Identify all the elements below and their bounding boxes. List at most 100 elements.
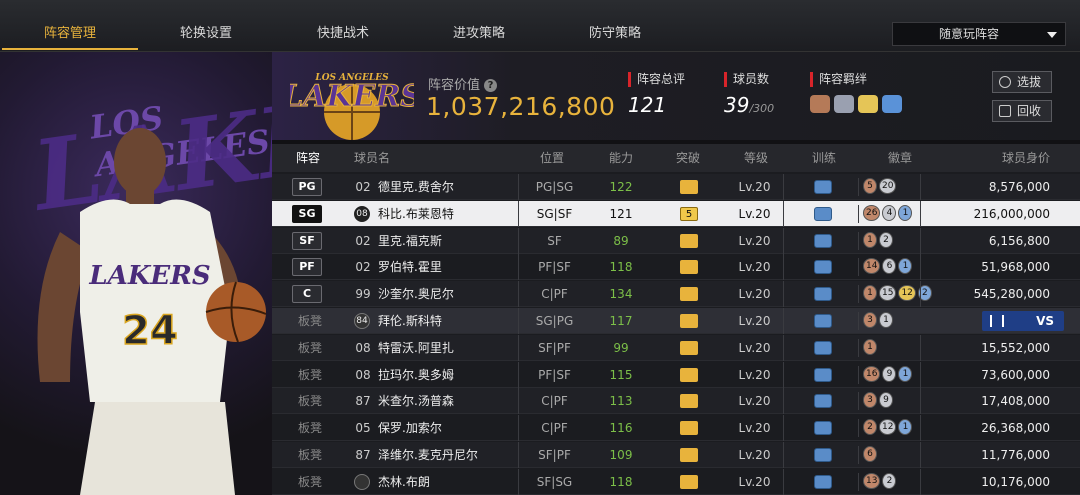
- player-position: PG|SG: [518, 174, 590, 200]
- player-price: 17,408,000: [920, 388, 1050, 415]
- document-icon: [999, 105, 1011, 117]
- bond-blue-icon[interactable]: [882, 95, 902, 113]
- training-icon[interactable]: [814, 367, 832, 382]
- training-icon[interactable]: [814, 233, 832, 248]
- lineup-rating: 121: [628, 93, 667, 117]
- lineup-value-label: 阵容价值?: [428, 74, 498, 93]
- player-price: 216,000,000: [920, 200, 1050, 227]
- player-name[interactable]: 米查尔.汤普森: [378, 388, 454, 414]
- badge-icon: 13: [863, 472, 881, 489]
- player-level: Lv.20: [726, 281, 784, 308]
- badge-icon: 3: [863, 312, 877, 328]
- training-icon[interactable]: [814, 474, 832, 489]
- crown-icon: [680, 394, 698, 409]
- tab-offense-strategy[interactable]: 进攻策略: [411, 22, 547, 50]
- badge-list: 5 20: [858, 178, 897, 196]
- player-name[interactable]: 拉玛尔.奥多姆: [378, 362, 454, 388]
- jersey-number: 05: [355, 421, 371, 436]
- player-name[interactable]: 里克.福克斯: [378, 228, 442, 254]
- badge-icon: 2: [863, 419, 877, 436]
- table-row[interactable]: 板凳 05 保罗.加索尔 C|PF 116 Lv.20 2 12 1 26,368,000: [272, 415, 1080, 442]
- table-row[interactable]: 板凳 84 拜伦.斯科特 SG|PG 117 Lv.20 3 1 VS: [272, 308, 1080, 334]
- compare-vs-button[interactable]: VS: [982, 311, 1064, 331]
- help-icon[interactable]: ?: [484, 79, 498, 92]
- crown-icon: [680, 314, 698, 328]
- player-position: C|PF: [518, 388, 590, 415]
- player-position: SF: [518, 227, 590, 254]
- player-level: Lv.20: [726, 334, 784, 361]
- slot-label: 板凳: [298, 340, 323, 355]
- select-button[interactable]: 选拔: [992, 71, 1052, 93]
- player-name[interactable]: 杰林.布朗: [378, 469, 430, 495]
- player-name[interactable]: 保罗.加索尔: [378, 415, 442, 441]
- header-breakthrough: 突破: [676, 151, 701, 165]
- player-name[interactable]: 罗伯特.霍里: [378, 254, 442, 280]
- jersey-team-text: LAKERS: [88, 261, 210, 291]
- breakthrough-badge: 5: [680, 206, 698, 221]
- badge-list: 26 4 1: [858, 204, 913, 223]
- player-ability: 117: [609, 314, 633, 328]
- table-row[interactable]: 板凳 87 泽维尔.麦克丹尼尔 SF|PF 109 Lv.20 6 11,776,000: [272, 442, 1080, 468]
- training-icon[interactable]: [814, 340, 832, 355]
- player-name[interactable]: 科比.布莱恩特: [378, 201, 454, 227]
- training-icon[interactable]: [814, 421, 832, 436]
- badge-list: 16 9 1: [858, 365, 913, 384]
- player-name[interactable]: 泽维尔.麦克丹尼尔: [378, 442, 478, 468]
- tab-defense-strategy[interactable]: 防守策略: [547, 22, 683, 50]
- badge-icon: 1: [863, 338, 877, 355]
- player-price: 6,156,800: [920, 227, 1050, 254]
- tab-rotation-settings[interactable]: 轮换设置: [138, 22, 274, 50]
- crown-icon: [680, 474, 698, 489]
- player-price: 26,368,000: [920, 415, 1050, 442]
- training-icon[interactable]: [814, 448, 832, 462]
- table-row[interactable]: 板凳 08 拉玛尔.奥多姆 PF|SF 115 Lv.20 16 9 1 73,600,000: [272, 361, 1080, 388]
- player-name[interactable]: 德里克.费舍尔: [378, 174, 454, 200]
- table-row[interactable]: PG 02 德里克.费舍尔 PG|SG 122 Lv.20 5 20 8,576,000: [272, 174, 1080, 200]
- tab-quick-tactics[interactable]: 快捷战术: [275, 22, 411, 50]
- lineup-value: 1,037,216,800: [426, 92, 616, 121]
- player-name[interactable]: 沙奎尔.奥尼尔: [378, 281, 454, 307]
- badge-icon: 1: [898, 258, 913, 275]
- recycle-button[interactable]: 回收: [992, 100, 1052, 122]
- player-position: SG|SF: [518, 200, 590, 227]
- bond-icons[interactable]: [810, 95, 902, 113]
- player-ability: 118: [609, 474, 633, 489]
- player-count-label: 球员数: [724, 72, 774, 87]
- badge-list: 2 12 1: [858, 419, 913, 438]
- tab-lineup-management[interactable]: 阵容管理: [2, 22, 138, 50]
- bond-gold-icon[interactable]: [858, 95, 878, 113]
- bond-bronze-icon[interactable]: [810, 95, 830, 113]
- player-level: Lv.20: [726, 361, 784, 388]
- crown-icon: [680, 367, 698, 382]
- training-icon[interactable]: [814, 314, 832, 328]
- table-row[interactable]: C 99 沙奎尔.奥尼尔 C|PF 134 Lv.20 1 15 12 2 545,280,000: [272, 281, 1080, 308]
- badge-icon: 1: [863, 231, 877, 248]
- table-row[interactable]: 板凳 87 米查尔.汤普森 C|PF 113 Lv.20 3 9 17,408,000: [272, 388, 1080, 415]
- table-row[interactable]: SG 08 科比.布莱恩特 SG|SF 121 5 Lv.20 26 4 1 216,000,000: [272, 200, 1080, 227]
- player-name[interactable]: 拜伦.斯科特: [378, 308, 442, 334]
- badge-list: 31: [858, 312, 893, 330]
- table-row[interactable]: PF 02 罗伯特.霍里 PF|SF 118 Lv.20 14 6 1 51,968,000: [272, 254, 1080, 281]
- badge-icon: 6: [863, 446, 877, 462]
- swap-icon: [990, 315, 1004, 327]
- bond-silver-icon[interactable]: [834, 95, 854, 113]
- player-position: SF|SG: [518, 468, 590, 495]
- lineup-mode-dropdown[interactable]: 随意玩阵容: [892, 22, 1066, 46]
- vs-label: VS: [1036, 314, 1054, 328]
- table-row[interactable]: SF 02 里克.福克斯 SF 89 Lv.20 1 2 6,156,800: [272, 227, 1080, 254]
- table-row[interactable]: 板凳 杰林.布朗 SF|SG 118 Lv.20 13 2 10,176,000: [272, 468, 1080, 495]
- training-icon[interactable]: [814, 287, 832, 302]
- player-position: SF|PF: [518, 442, 590, 468]
- badge-icon: 26: [863, 204, 881, 221]
- training-icon[interactable]: [814, 260, 832, 275]
- badge-icon: 1: [863, 285, 877, 302]
- crown-icon: [680, 260, 698, 275]
- player-name[interactable]: 特雷沃.阿里扎: [378, 335, 454, 361]
- player-level: Lv.20: [726, 388, 784, 415]
- training-icon[interactable]: [814, 206, 832, 221]
- training-icon[interactable]: [814, 180, 832, 194]
- player-ability: 99: [613, 340, 629, 355]
- training-icon[interactable]: [814, 394, 832, 409]
- table-row[interactable]: 板凳 08 特雷沃.阿里扎 SF|PF 99 Lv.20 1 15,552,000: [272, 334, 1080, 361]
- badge-icon: 12: [879, 419, 897, 436]
